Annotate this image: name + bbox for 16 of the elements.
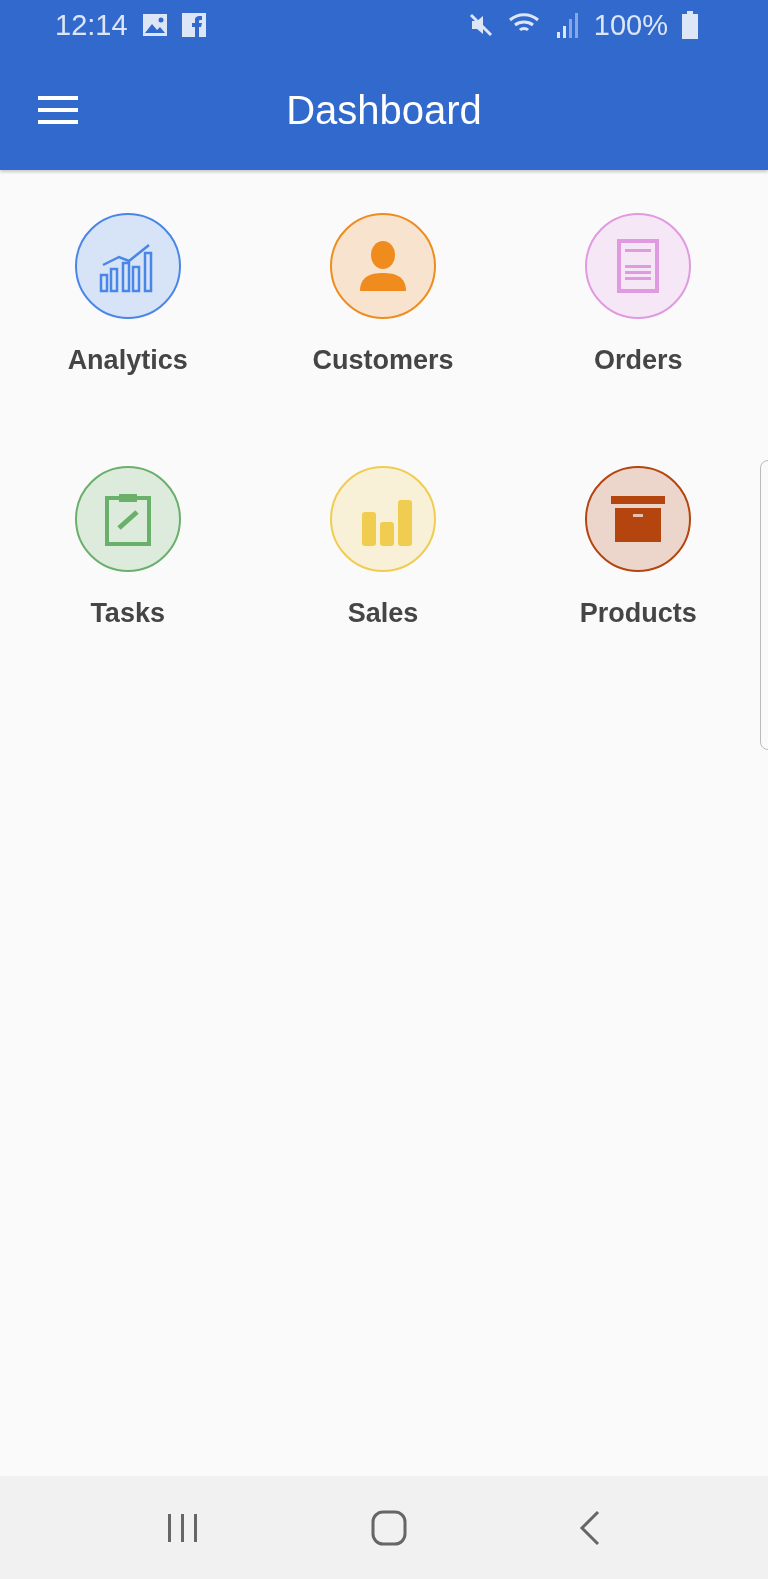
app-title: Dashboard [286, 87, 482, 133]
battery-icon [682, 11, 698, 39]
image-icon [141, 13, 168, 37]
mute-icon [467, 12, 494, 38]
tile-label[interactable]: Customers [312, 345, 454, 376]
signal-icon [555, 12, 580, 38]
home-icon [371, 1509, 407, 1546]
tile-label[interactable]: Tasks [90, 598, 165, 629]
tile-label[interactable]: Products [579, 598, 697, 629]
tile-label[interactable]: Sales [347, 598, 419, 629]
tile-label[interactable]: Orders [594, 345, 683, 376]
battery-percent: 100% [593, 8, 668, 42]
f-logo-icon [181, 13, 206, 37]
recent-apps-icon [165, 1511, 200, 1544]
status-time: 12:14 [55, 8, 128, 42]
tile-label[interactable]: Analytics [67, 345, 188, 376]
